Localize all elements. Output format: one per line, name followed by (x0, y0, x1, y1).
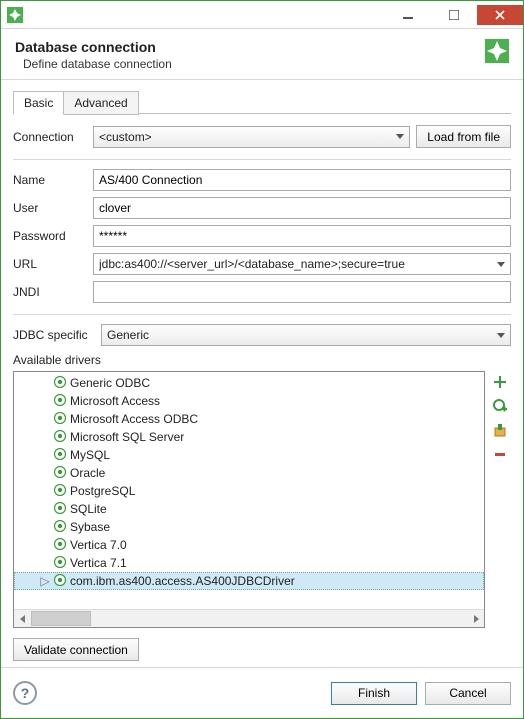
import-button[interactable] (491, 421, 509, 439)
jdbc-label: JDBC specific (13, 328, 95, 342)
help-button[interactable]: ? (13, 681, 37, 705)
name-input[interactable] (93, 169, 511, 191)
cancel-button[interactable]: Cancel (425, 682, 511, 705)
load-from-file-button[interactable]: Load from file (416, 125, 511, 148)
list-item[interactable]: Generic ODBC (14, 374, 484, 392)
dialog-footer: ? Finish Cancel (1, 668, 523, 718)
tab-basic[interactable]: Basic (13, 91, 64, 115)
app-icon (7, 7, 23, 23)
driver-icon (54, 394, 66, 409)
tab-page-basic: Connection <custom> Load from file Name … (13, 114, 511, 667)
dialog-title: Database connection (15, 39, 485, 55)
driver-icon (54, 538, 66, 553)
tab-advanced[interactable]: Advanced (64, 91, 138, 115)
list-item[interactable]: Microsoft Access ODBC (14, 410, 484, 428)
list-item-selected[interactable]: ▷ com.ibm.as400.access.AS400JDBCDriver (14, 572, 484, 590)
drivers-tree[interactable]: Generic ODBC Microsoft Access Microsoft Ac… (13, 371, 485, 628)
list-item[interactable]: Vertica 7.1 (14, 554, 484, 572)
driver-name: SQLite (70, 502, 107, 516)
url-value: jdbc:as400://<server_url>/<database_name… (99, 257, 497, 271)
list-item[interactable]: MySQL (14, 446, 484, 464)
connection-value: <custom> (99, 130, 152, 144)
list-item[interactable]: Vertica 7.0 (14, 536, 484, 554)
add-driver-button[interactable] (491, 373, 509, 391)
scroll-thumb[interactable] (31, 611, 91, 626)
password-input[interactable] (93, 225, 511, 247)
driver-name: Microsoft Access (70, 394, 160, 408)
driver-icon (54, 502, 66, 517)
scroll-left-icon[interactable] (14, 610, 31, 627)
jdbc-select[interactable]: Generic (101, 324, 511, 346)
horizontal-scrollbar[interactable] (14, 609, 484, 627)
jdbc-value: Generic (107, 328, 149, 342)
expand-icon[interactable]: ▷ (40, 574, 50, 588)
driver-name: Vertica 7.1 (70, 556, 127, 570)
user-label: User (13, 201, 87, 215)
chevron-down-icon (497, 262, 505, 267)
driver-icon (54, 448, 66, 463)
connection-label: Connection (13, 130, 87, 144)
driver-toolbar (491, 371, 511, 628)
list-item[interactable]: Microsoft Access (14, 392, 484, 410)
list-item[interactable]: Sybase (14, 518, 484, 536)
finish-button[interactable]: Finish (331, 682, 417, 705)
remove-driver-button[interactable] (491, 445, 509, 463)
jndi-input[interactable] (93, 281, 511, 303)
list-item[interactable]: Oracle (14, 464, 484, 482)
connection-select[interactable]: <custom> (93, 126, 410, 148)
driver-icon (54, 484, 66, 499)
driver-name: Microsoft SQL Server (70, 430, 184, 444)
list-item[interactable]: PostgreSQL (14, 482, 484, 500)
dialog-subtitle: Define database connection (23, 57, 485, 71)
url-label: URL (13, 257, 87, 271)
titlebar (1, 1, 523, 29)
driver-icon (54, 430, 66, 445)
validate-connection-button[interactable]: Validate connection (13, 638, 139, 661)
tab-strip: Basic Advanced (13, 90, 511, 114)
driver-icon (54, 574, 66, 589)
brand-icon (485, 39, 509, 63)
url-combo[interactable]: jdbc:as400://<server_url>/<database_name… (93, 253, 511, 275)
driver-name: Vertica 7.0 (70, 538, 127, 552)
driver-name: PostgreSQL (70, 484, 135, 498)
driver-icon (54, 520, 66, 535)
available-drivers-label: Available drivers (13, 353, 511, 367)
chevron-down-icon (497, 333, 505, 338)
dialog-header: Database connection Define database conn… (1, 29, 523, 80)
chevron-down-icon (396, 134, 404, 139)
password-label: Password (13, 229, 87, 243)
minimize-button[interactable] (385, 5, 431, 25)
dialog-window: Database connection Define database conn… (0, 0, 524, 719)
driver-name: com.ibm.as400.access.AS400JDBCDriver (70, 574, 295, 588)
add-folder-button[interactable] (491, 397, 509, 415)
driver-icon (54, 556, 66, 571)
user-input[interactable] (93, 197, 511, 219)
driver-name: Generic ODBC (70, 376, 150, 390)
scroll-right-icon[interactable] (467, 610, 484, 627)
driver-icon (54, 466, 66, 481)
name-label: Name (13, 173, 87, 187)
driver-name: Sybase (70, 520, 110, 534)
maximize-button[interactable] (431, 5, 477, 25)
driver-name: Microsoft Access ODBC (70, 412, 198, 426)
list-item[interactable]: SQLite (14, 500, 484, 518)
close-button[interactable] (477, 5, 523, 25)
driver-name: Oracle (70, 466, 105, 480)
driver-icon (54, 376, 66, 391)
driver-icon (54, 412, 66, 427)
dialog-body: Basic Advanced Connection <custom> Load … (1, 80, 523, 668)
list-item[interactable]: Microsoft SQL Server (14, 428, 484, 446)
jndi-label: JNDI (13, 285, 87, 299)
driver-name: MySQL (70, 448, 110, 462)
